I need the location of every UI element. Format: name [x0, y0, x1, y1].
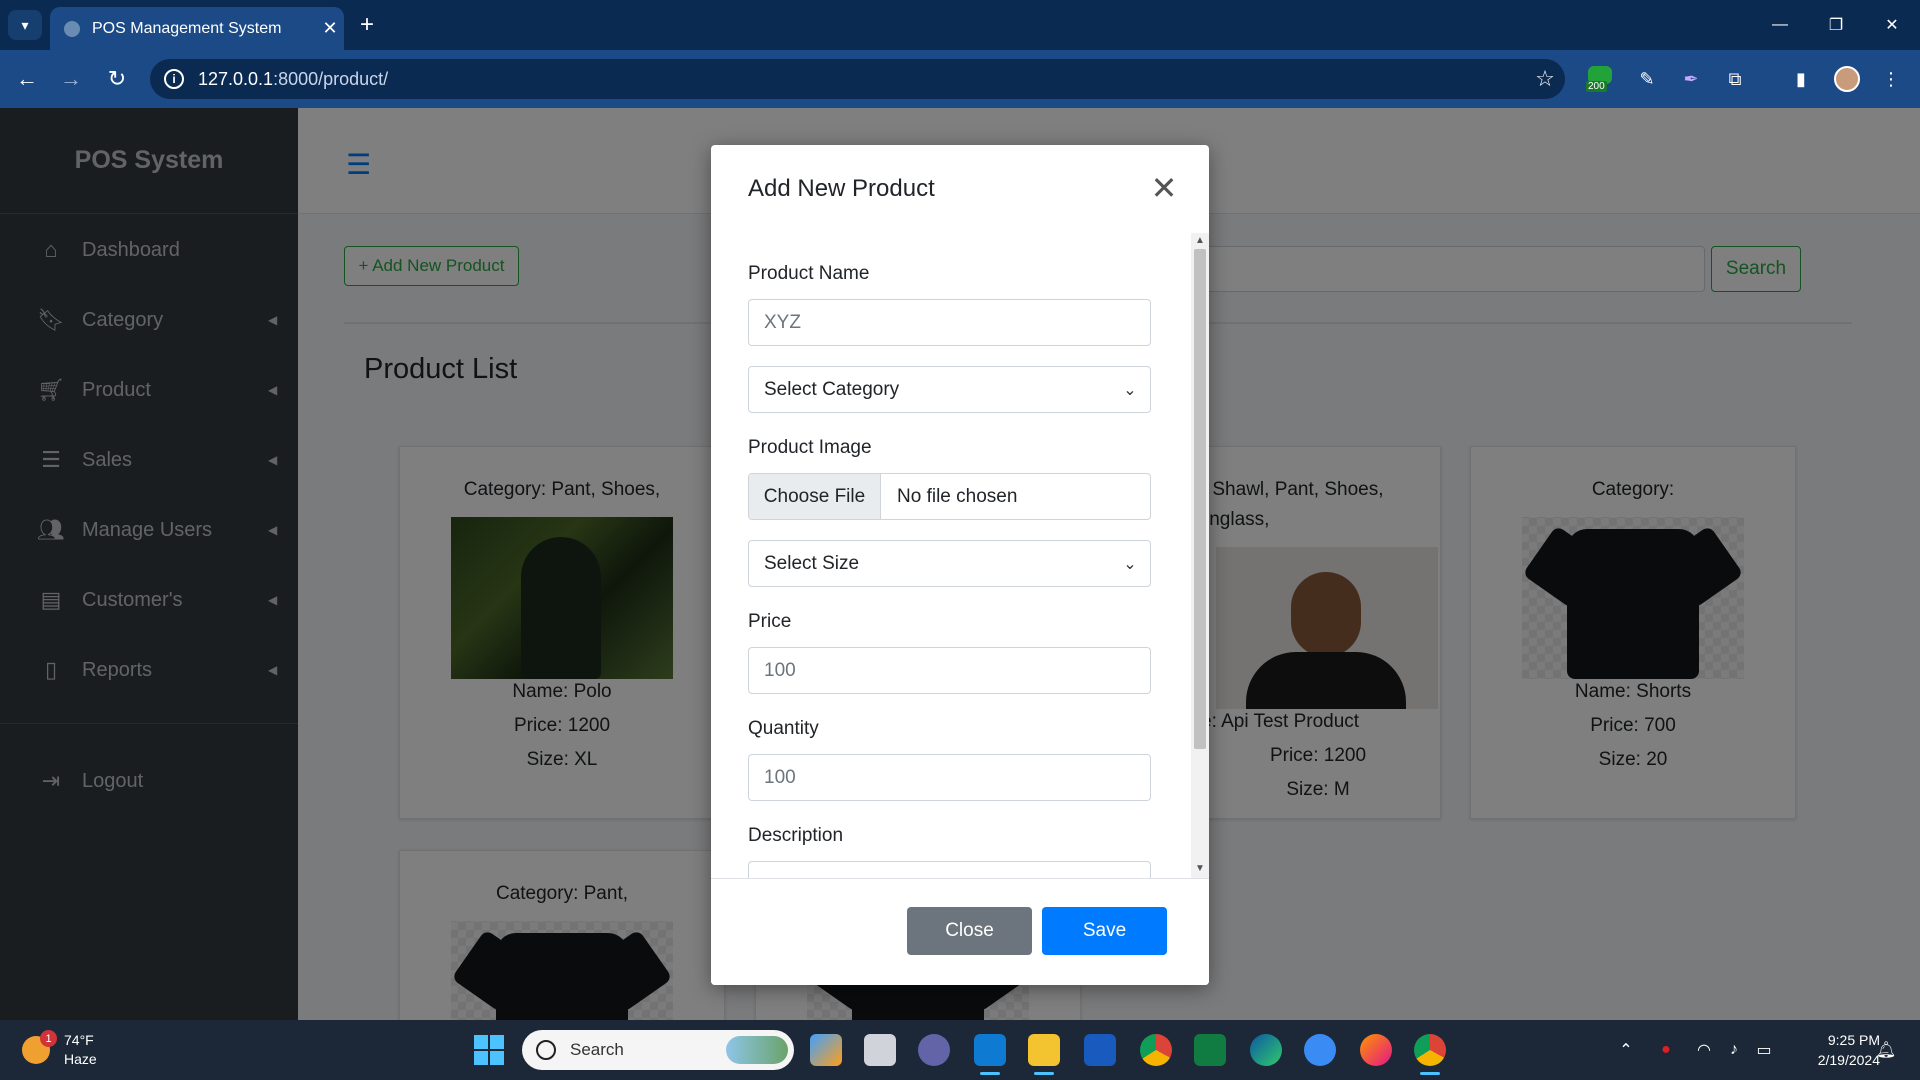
modal-footer: Close Save — [711, 878, 1209, 985]
reload-icon[interactable]: ↻ — [102, 64, 132, 94]
restore-icon[interactable]: ❐ — [1808, 0, 1864, 50]
notification-badge: 1 — [40, 1030, 57, 1047]
start-windows-icon[interactable] — [474, 1035, 504, 1065]
product-image-label: Product Image — [748, 437, 872, 458]
vscode-icon[interactable] — [974, 1034, 1006, 1075]
search-icon — [536, 1040, 556, 1060]
site-info-icon[interactable]: i — [164, 69, 184, 89]
modal-title: Add New Product — [748, 175, 935, 202]
bookmark-star-icon[interactable]: ☆ — [1525, 66, 1565, 92]
tab-close-icon[interactable]: ✕ — [316, 18, 344, 39]
eyedropper-extension-icon[interactable]: ✎ — [1632, 64, 1662, 94]
browser-toolbar: ← → ↻ i 127.0.0.1:8000/product/ ☆ 200 ✎ … — [0, 50, 1920, 108]
taskbar-search[interactable]: Search — [522, 1030, 794, 1070]
windows-taskbar: 1 74°F Haze Search ⌃ ● ◠ ♪ ▭ 9:25 PM 2/1… — [0, 1020, 1920, 1080]
add-product-modal: Add New Product ✕ Product Name XYZ Selec… — [711, 145, 1209, 985]
extensions-puzzle-icon[interactable]: ⧉ — [1720, 64, 1750, 94]
weather-condition: Haze — [64, 1051, 97, 1067]
scrollbar-thumb[interactable] — [1194, 249, 1206, 749]
battery-icon[interactable]: ▭ — [1752, 1038, 1776, 1062]
forward-arrow-icon[interactable]: → — [56, 64, 86, 94]
product-name-label: Product Name — [748, 263, 870, 284]
side-panel-icon[interactable]: ▮ — [1786, 64, 1816, 94]
back-arrow-icon[interactable]: ← — [12, 64, 42, 94]
search-highlight-icon — [726, 1036, 788, 1064]
tray-chevron-up-icon[interactable]: ⌃ — [1614, 1038, 1638, 1062]
chrome-icon[interactable] — [1140, 1034, 1172, 1066]
file-status-text: No file chosen — [897, 485, 1018, 507]
chevron-down-icon: ⌄ — [1123, 381, 1137, 399]
price-input[interactable]: 100 — [748, 647, 1151, 694]
url-text[interactable]: 127.0.0.1:8000/product/ — [198, 69, 1525, 90]
taskbar-clock[interactable]: 9:25 PM 2/19/2024 — [1788, 1030, 1880, 1070]
size-select[interactable]: Select Size ⌄ — [748, 540, 1151, 587]
volume-icon[interactable]: ♪ — [1722, 1038, 1746, 1062]
file-explorer-icon[interactable] — [1028, 1034, 1060, 1075]
notification-bell-icon[interactable]: 🔔︎ — [1874, 1038, 1898, 1062]
word-icon[interactable] — [1084, 1034, 1116, 1066]
address-bar[interactable]: i 127.0.0.1:8000/product/ ☆ — [150, 59, 1565, 99]
extension-icon[interactable]: 200 — [1586, 64, 1616, 94]
chevron-down-icon: ⌄ — [1123, 555, 1137, 573]
profile-avatar[interactable] — [1834, 66, 1860, 92]
modal-scrollbar[interactable]: ▲ ▼ — [1191, 233, 1209, 878]
record-icon[interactable]: ● — [1654, 1038, 1678, 1062]
tab-search-chevron-icon[interactable]: ▾ — [8, 10, 42, 40]
modal-header: Add New Product ✕ — [711, 145, 1209, 233]
firefox-dev-icon[interactable] — [1304, 1034, 1336, 1066]
weather-widget[interactable]: 1 74°F Haze — [22, 1030, 112, 1072]
save-button[interactable]: Save — [1042, 907, 1167, 955]
category-select[interactable]: Select Category ⌄ — [748, 366, 1151, 413]
browser-tab-strip: ▾ POS Management System ✕ + — ❐ ✕ — [0, 0, 1920, 50]
price-label: Price — [748, 611, 792, 632]
wifi-icon[interactable]: ◠ — [1692, 1038, 1716, 1062]
new-tab-plus-icon[interactable]: + — [352, 10, 382, 40]
description-label: Description — [748, 825, 844, 846]
quantity-label: Quantity — [748, 718, 819, 739]
excel-icon[interactable] — [1194, 1034, 1226, 1066]
chrome-profile-icon[interactable] — [1414, 1034, 1446, 1075]
browser-menu-icon[interactable]: ⋮ — [1876, 64, 1906, 94]
feather-extension-icon[interactable]: ✒ — [1676, 64, 1706, 94]
tab-title: POS Management System — [92, 19, 282, 37]
product-name-input[interactable]: XYZ — [748, 299, 1151, 346]
quantity-input[interactable]: 100 — [748, 754, 1151, 801]
close-button[interactable]: Close — [907, 907, 1032, 955]
browser-tab[interactable]: POS Management System ✕ — [50, 7, 344, 50]
close-icon[interactable]: ✕ — [1147, 171, 1181, 205]
scroll-up-arrow-icon[interactable]: ▲ — [1195, 235, 1205, 246]
edge-icon[interactable] — [1250, 1034, 1282, 1066]
favicon-icon — [64, 20, 80, 37]
task-view-icon[interactable] — [864, 1034, 896, 1066]
weather-temp: 74°F — [64, 1032, 94, 1048]
modal-body: Product Name XYZ Select Category ⌄ Produ… — [711, 233, 1191, 878]
firefox-icon[interactable] — [1360, 1034, 1392, 1066]
product-image-file-input[interactable]: Choose File No file chosen — [748, 473, 1151, 520]
window-close-icon[interactable]: ✕ — [1864, 0, 1920, 50]
description-input[interactable] — [748, 861, 1151, 878]
teams-chat-icon[interactable] — [918, 1034, 950, 1066]
scroll-down-arrow-icon[interactable]: ▼ — [1195, 863, 1205, 874]
copilot-icon[interactable] — [810, 1034, 842, 1066]
minimize-icon[interactable]: — — [1752, 0, 1808, 50]
choose-file-button[interactable]: Choose File — [749, 474, 881, 519]
